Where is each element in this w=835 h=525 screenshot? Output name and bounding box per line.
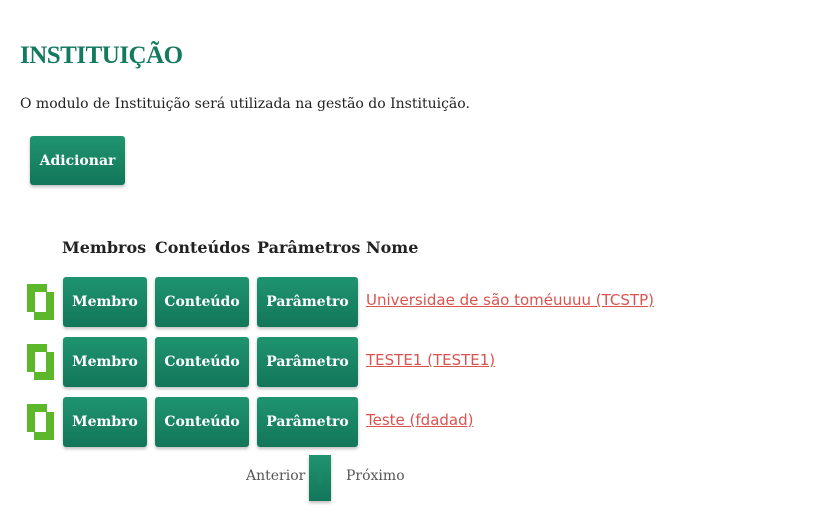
membro-button[interactable]: Membro xyxy=(63,397,147,447)
header-conteudos: Conteúdos xyxy=(155,238,251,257)
membro-button[interactable]: Membro xyxy=(63,277,147,327)
header-nome: Nome xyxy=(366,238,419,257)
header-membros: Membros xyxy=(62,238,147,257)
parametro-button[interactable]: Parâmetro xyxy=(257,337,358,387)
pagination: Anterior 1 Próximo xyxy=(0,455,835,501)
pagination-current-page[interactable]: 1 xyxy=(309,455,331,501)
institution-name-link[interactable]: TESTE1 (TESTE1) xyxy=(366,351,495,369)
membro-button[interactable]: Membro xyxy=(63,337,147,387)
pagination-next[interactable]: Próximo xyxy=(346,468,405,484)
institution-name-link[interactable]: Universidae de são toméuuuu (TCSTP) xyxy=(366,291,654,309)
table-row: Membro Conteúdo Parâmetro TESTE1 (TESTE1… xyxy=(0,337,835,387)
conteudo-button[interactable]: Conteúdo xyxy=(155,337,249,387)
conteudo-button[interactable]: Conteúdo xyxy=(155,277,249,327)
institution-icon xyxy=(27,404,54,440)
institution-icon xyxy=(27,284,54,320)
page-description: O modulo de Instituição será utilizada n… xyxy=(20,96,470,112)
institution-name-link[interactable]: Teste (fdadad) xyxy=(366,411,473,429)
institution-icon xyxy=(27,344,54,380)
table-row: Membro Conteúdo Parâmetro Teste (fdadad) xyxy=(0,397,835,447)
conteudo-button[interactable]: Conteúdo xyxy=(155,397,249,447)
header-parametros: Parâmetros xyxy=(257,238,361,257)
add-button[interactable]: Adicionar xyxy=(30,136,125,185)
page-title: INSTITUIÇÃO xyxy=(20,42,183,69)
parametro-button[interactable]: Parâmetro xyxy=(257,397,358,447)
pagination-previous[interactable]: Anterior xyxy=(246,468,305,484)
parametro-button[interactable]: Parâmetro xyxy=(257,277,358,327)
table-row: Membro Conteúdo Parâmetro Universidae de… xyxy=(0,277,835,327)
